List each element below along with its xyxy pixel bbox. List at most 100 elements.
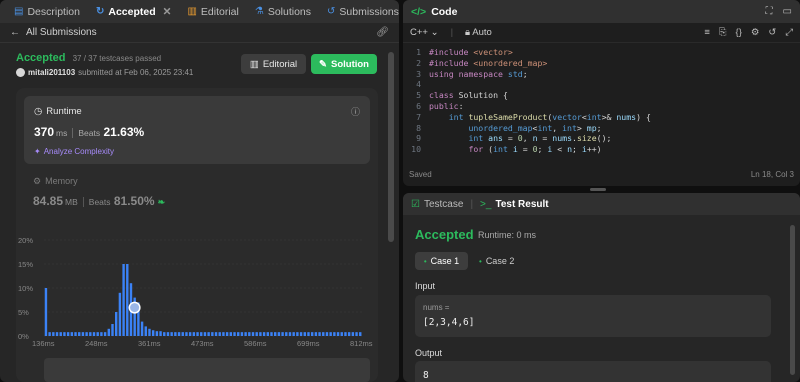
code-line[interactable]: 8 unordered_map<int, int> mp; [403,123,793,134]
tab-testcase[interactable]: Testcase [424,199,463,210]
reset-icon[interactable]: ↺ [768,27,776,38]
runtime-box[interactable]: ◷ Runtime ⓘ 370 ms Beats 21.63% ✦ Analyze … [24,96,370,164]
close-icon[interactable]: ✕ [163,6,172,18]
chart-bar[interactable] [322,332,325,336]
link-icon[interactable]: 🔗︎ [376,27,389,38]
chart-bar[interactable] [248,332,251,336]
case-2-tab[interactable]: • Case 2 [479,252,514,270]
auto-mode[interactable]: 🔒︎ Auto [465,27,492,38]
chart-bar[interactable] [140,321,144,336]
chart-bar[interactable] [303,332,306,336]
code-line[interactable]: 6 public: [403,101,793,112]
chart-bar[interactable] [288,332,292,336]
chart-bar[interactable] [44,288,48,336]
chart-bar[interactable] [192,332,196,336]
avatar[interactable] [16,68,25,77]
chart-bar[interactable] [344,332,347,336]
chart-bar[interactable] [225,332,229,336]
runtime-distribution-chart[interactable]: 0% 5% 10% 15% 20% 136ms 248ms 361ms 473ms 586ms 69… [16,228,378,358]
chart-bar[interactable] [281,332,284,336]
chart-bar[interactable] [222,332,225,336]
bookmark-icon[interactable]: ⎘ [719,27,727,38]
chart-bar[interactable] [181,332,184,336]
chart-bar[interactable] [277,332,281,336]
minimize-icon[interactable]: ▭ [783,6,792,17]
chart-bar[interactable] [229,332,233,336]
analyze-complexity-link[interactable]: ✦ Analyze Complexity [34,147,114,156]
tab-test-result[interactable]: Test Result [495,199,548,210]
chart-bar[interactable] [255,332,258,336]
code-line[interactable]: 2 #include <unordered_map> [403,58,793,69]
chart-bar[interactable] [166,332,170,336]
chart-bar[interactable] [259,332,262,336]
tab-accepted[interactable]: ↻ Accepted ✕ [90,0,177,23]
chart-bar[interactable] [214,332,218,336]
tab-solutions[interactable]: ⚗ Solutions [249,0,317,23]
chart-bar[interactable] [340,332,343,336]
result-scrollbar[interactable] [790,221,796,381]
left-scrollbar[interactable] [387,44,395,380]
code-editor[interactable]: 1 #include <vector> 2 #include <unordered_m… [403,47,793,155]
scrollbar-thumb[interactable] [388,52,394,242]
chart-bar[interactable] [66,332,70,336]
chart-bar[interactable] [207,332,210,336]
editorial-button[interactable]: ▥ Editorial [241,54,306,74]
chart-bar[interactable] [89,332,92,336]
code-line[interactable]: 5 class Solution { [403,90,793,101]
chart-bar[interactable] [299,332,303,336]
chart-bar[interactable] [211,332,214,336]
chart-bar[interactable] [347,332,351,336]
username[interactable]: mitali201103 [28,68,75,77]
settings-icon[interactable]: ⚙ [751,27,760,38]
chart-bar[interactable] [144,326,147,336]
code-line[interactable]: 4 [403,79,793,90]
chart-bar[interactable] [359,332,362,336]
panel-resize-handle[interactable] [590,188,606,191]
chart-bar[interactable] [273,332,277,336]
chart-bar[interactable] [111,324,114,336]
chart-bar[interactable] [307,332,310,336]
chart-bar[interactable] [174,332,177,336]
chart-bar[interactable] [177,332,181,336]
chart-bar[interactable] [196,332,199,336]
chart-bar[interactable] [233,332,236,336]
chart-bar[interactable] [100,332,103,336]
fullscreen-icon[interactable]: ⤢ [785,27,793,38]
chart-bar[interactable] [244,332,247,336]
code-line[interactable]: 1 #include <vector> [403,47,793,58]
chart-bar[interactable] [325,332,329,336]
chart-bar[interactable] [85,332,88,336]
code-line[interactable]: 9 int ans = 0, n = nums.size(); [403,133,793,144]
code-line[interactable]: 3 using namespace std; [403,69,793,80]
chart-bar[interactable] [103,332,107,336]
chart-bar[interactable] [296,332,299,336]
chart-bar[interactable] [78,332,81,336]
chart-bar[interactable] [114,312,118,336]
case-1-tab[interactable]: • Case 1 [415,252,468,270]
chart-bar[interactable] [70,332,74,336]
braces-icon[interactable]: {} [736,27,742,38]
chart-bar[interactable] [285,332,288,336]
chart-bar[interactable] [74,332,77,336]
chart-bar[interactable] [188,332,192,336]
chart-bar[interactable] [310,332,314,336]
chart-bar[interactable] [262,332,266,336]
chart-bar[interactable] [218,332,221,336]
chart-bar[interactable] [148,328,151,336]
chart-bar[interactable] [151,330,155,336]
tab-description[interactable]: ▤ Description [8,0,86,23]
chart-bar[interactable] [48,332,51,336]
chart-bar[interactable] [237,332,240,336]
info-icon[interactable]: ⓘ [351,105,360,118]
chart-bar[interactable] [126,264,129,336]
chart-bar[interactable] [81,332,85,336]
chart-bar[interactable] [59,332,62,336]
chart-bar[interactable] [63,332,66,336]
tab-submissions[interactable]: ↺ Submissions [321,0,399,23]
chart-bar[interactable] [118,292,122,336]
chart-bar[interactable] [266,332,270,336]
chart-bar[interactable] [240,332,244,336]
memory-heading[interactable]: ⚙ Memory [33,176,78,187]
chart-bar[interactable] [336,332,340,336]
chart-bar[interactable] [122,264,125,336]
